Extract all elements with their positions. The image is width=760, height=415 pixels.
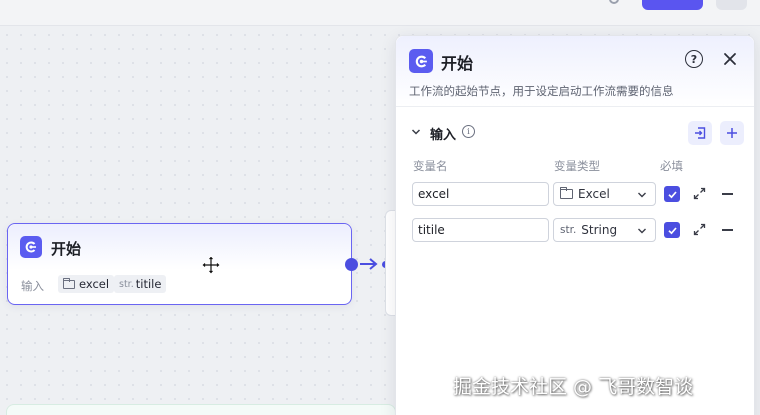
string-type-icon: str. (560, 224, 577, 236)
remove-variable-icon[interactable] (722, 193, 733, 195)
string-type-icon: str. (119, 278, 134, 290)
import-icon (695, 127, 706, 139)
expand-icon[interactable] (693, 223, 706, 236)
type-label: String (581, 223, 618, 237)
expand-icon[interactable] (693, 187, 706, 200)
section-title-inputs[interactable]: 输入 (430, 124, 456, 143)
variable-name-input[interactable] (412, 218, 549, 242)
panel-description: 工作流的起始节点，用于设定启动工作流需要的信息 (409, 84, 674, 98)
plus-icon (727, 128, 737, 138)
import-variables-button[interactable] (688, 121, 712, 145)
required-checkbox[interactable] (664, 186, 680, 202)
chevron-down-icon (638, 228, 646, 234)
close-icon[interactable] (721, 50, 739, 68)
column-header-type: 变量类型 (554, 159, 600, 173)
start-logo-icon (20, 236, 42, 258)
type-label: Excel (578, 187, 610, 201)
toolbar-icon[interactable] (609, 0, 619, 4)
folder-icon (560, 187, 573, 199)
add-variable-button[interactable] (720, 121, 744, 145)
chevron-down-icon[interactable] (411, 127, 421, 137)
variable-name-input[interactable] (412, 182, 549, 206)
required-checkbox[interactable] (664, 222, 680, 238)
start-logo-icon (409, 49, 433, 73)
folder-icon (63, 277, 75, 289)
info-icon[interactable]: i (462, 125, 475, 138)
node-settings-panel: 开始 ? 工作流的起始节点，用于设定启动工作流需要的信息 输入 i 变量名 变量… (395, 35, 755, 415)
variable-row: str. String (396, 218, 754, 244)
variable-type-select[interactable]: str. String (553, 218, 656, 242)
variable-type-select[interactable]: Excel (553, 182, 656, 206)
check-icon (667, 190, 677, 198)
remove-variable-icon[interactable] (722, 229, 733, 231)
toolbar-more-button[interactable] (716, 0, 747, 10)
move-cursor-icon (201, 255, 221, 275)
canvas-bottom-node[interactable] (6, 404, 396, 415)
canvas-start-node[interactable]: 开始 输入 excel str. titile (7, 223, 352, 305)
help-icon[interactable]: ? (685, 50, 703, 68)
chip-label: excel (79, 277, 110, 291)
edge-arrow-icon (360, 258, 378, 270)
chevron-down-icon (638, 192, 646, 198)
panel-title: 开始 (441, 54, 474, 73)
divider (396, 106, 754, 107)
chip-label: titile (135, 277, 162, 291)
output-port[interactable] (345, 258, 358, 271)
watermark-text: 掘金技术社区 @ 飞哥数智谈 (453, 376, 694, 398)
check-icon (667, 226, 677, 234)
variable-row: Excel (396, 182, 754, 208)
node-inputs-label: 输入 (21, 279, 44, 293)
toolbar-primary-button[interactable] (642, 0, 703, 10)
node-input-chip-excel: excel (58, 275, 115, 293)
node-title: 开始 (51, 240, 82, 258)
top-toolbar (0, 0, 760, 26)
column-header-required: 必填 (660, 159, 683, 173)
column-header-name: 变量名 (413, 159, 448, 173)
node-input-chip-titile: str. titile (114, 275, 167, 293)
